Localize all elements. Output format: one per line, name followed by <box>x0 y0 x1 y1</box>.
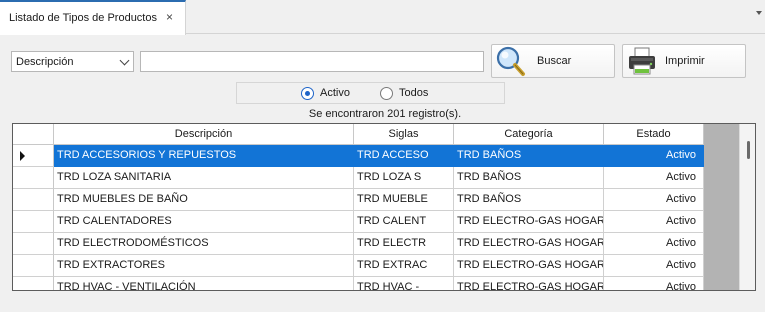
cell-siglas[interactable]: TRD CALENT <box>354 211 454 233</box>
cell-descripcion[interactable]: TRD ELECTRODOMÉSTICOS <box>54 233 354 255</box>
cell-categoria[interactable]: TRD BAÑOS <box>454 189 604 211</box>
magnifier-icon <box>496 46 525 76</box>
cell-categoria[interactable]: TRD BAÑOS <box>454 145 604 167</box>
status-filter: Activo Todos <box>236 82 505 104</box>
cell-estado[interactable]: Activo <box>604 145 704 167</box>
cell-descripcion[interactable]: TRD LOZA SANITARIA <box>54 167 354 189</box>
search-field-select[interactable]: Descripción <box>11 51 134 72</box>
cell-categoria[interactable]: TRD ELECTRO-GAS HOGAR <box>454 211 604 233</box>
cell-descripcion[interactable]: TRD ACCESORIOS Y REPUESTOS <box>54 145 354 167</box>
grid-header: Descripción Siglas Categoría Estado <box>13 124 704 145</box>
row-selector[interactable] <box>13 277 54 290</box>
chevron-down-icon[interactable] <box>756 11 762 15</box>
cell-estado[interactable]: Activo <box>604 189 704 211</box>
cell-siglas[interactable]: TRD ACCESO <box>354 145 454 167</box>
search-input[interactable] <box>140 51 484 72</box>
printer-icon <box>629 47 655 75</box>
radio-activo-label: Activo <box>320 87 350 99</box>
search-field-value: Descripción <box>16 56 74 68</box>
current-row-arrow-icon <box>20 151 25 161</box>
column-header-estado[interactable]: Estado <box>604 124 704 145</box>
radio-todos-indicator <box>380 87 393 100</box>
cell-siglas[interactable]: TRD HVAC - <box>354 277 454 290</box>
grid-empty-area <box>704 124 739 290</box>
row-selector[interactable] <box>13 167 54 189</box>
results-count: Se encontraron 201 registro(s). <box>308 108 462 120</box>
cell-siglas[interactable]: TRD MUEBLE <box>354 189 454 211</box>
tab-listado-tipos-productos[interactable]: Listado de Tipos de Productos × <box>0 0 186 35</box>
scrollbar-thumb[interactable] <box>747 141 750 159</box>
cell-estado[interactable]: Activo <box>604 277 704 290</box>
cell-estado[interactable]: Activo <box>604 211 704 233</box>
cell-estado[interactable]: Activo <box>604 255 704 277</box>
column-header-descripcion[interactable]: Descripción <box>54 124 354 145</box>
cell-siglas[interactable]: TRD EXTRAC <box>354 255 454 277</box>
row-selector[interactable] <box>13 189 54 211</box>
print-button[interactable]: Imprimir <box>622 44 746 78</box>
table-row[interactable]: TRD CALENTADORES TRD CALENT TRD ELECTRO-GA… <box>13 211 704 233</box>
cell-siglas[interactable]: TRD ELECTR <box>354 233 454 255</box>
tab-strip: Listado de Tipos de Productos × <box>0 0 765 35</box>
search-button[interactable]: Buscar <box>491 44 615 78</box>
cell-estado[interactable]: Activo <box>604 233 704 255</box>
cell-categoria[interactable]: TRD ELECTRO-GAS HOGAR <box>454 277 604 290</box>
row-selector[interactable] <box>13 145 54 167</box>
cell-estado[interactable]: Activo <box>604 167 704 189</box>
search-button-label: Buscar <box>537 55 572 67</box>
data-grid: Descripción Siglas Categoría Estado TRD … <box>12 123 756 291</box>
cell-categoria[interactable]: TRD BAÑOS <box>454 167 604 189</box>
table-row[interactable]: TRD ELECTRODOMÉSTICOS TRD ELECTR TRD ELECT… <box>13 233 704 255</box>
header-row-selector <box>13 124 54 145</box>
print-button-label: Imprimir <box>665 55 705 67</box>
radio-todos-label: Todos <box>399 87 429 99</box>
cell-siglas[interactable]: TRD LOZA S <box>354 167 454 189</box>
table-row[interactable]: TRD HVAC - VENTILACIÓN TRD HVAC - TRD ELEC… <box>13 277 704 290</box>
row-selector[interactable] <box>13 211 54 233</box>
chevron-down-icon <box>119 55 130 66</box>
tab-title: Listado de Tipos de Productos <box>9 12 157 24</box>
row-selector[interactable] <box>13 233 54 255</box>
table-row[interactable]: TRD MUEBLES DE BAÑO TRD MUEBLE TRD BAÑOS Ac… <box>13 189 704 211</box>
table-row[interactable]: TRD LOZA SANITARIA TRD LOZA S TRD BAÑOS Act… <box>13 167 704 189</box>
cell-descripcion[interactable]: TRD HVAC - VENTILACIÓN <box>54 277 354 290</box>
cell-descripcion[interactable]: TRD MUEBLES DE BAÑO <box>54 189 354 211</box>
cell-descripcion[interactable]: TRD CALENTADORES <box>54 211 354 233</box>
table-row[interactable]: TRD EXTRACTORES TRD EXTRAC TRD ELECTRO-GAS… <box>13 255 704 277</box>
column-header-siglas[interactable]: Siglas <box>354 124 454 145</box>
radio-activo-indicator <box>301 87 314 100</box>
cell-categoria[interactable]: TRD ELECTRO-GAS HOGAR <box>454 255 604 277</box>
row-selector[interactable] <box>13 255 54 277</box>
cell-categoria[interactable]: TRD ELECTRO-GAS HOGAR <box>454 233 604 255</box>
table-row[interactable]: TRD ACCESORIOS Y REPUESTOS TRD ACCESO TRD … <box>13 145 704 167</box>
cell-descripcion[interactable]: TRD EXTRACTORES <box>54 255 354 277</box>
close-icon[interactable]: × <box>166 11 173 23</box>
column-header-categoria[interactable]: Categoría <box>454 124 604 145</box>
vertical-scrollbar[interactable] <box>739 124 755 290</box>
